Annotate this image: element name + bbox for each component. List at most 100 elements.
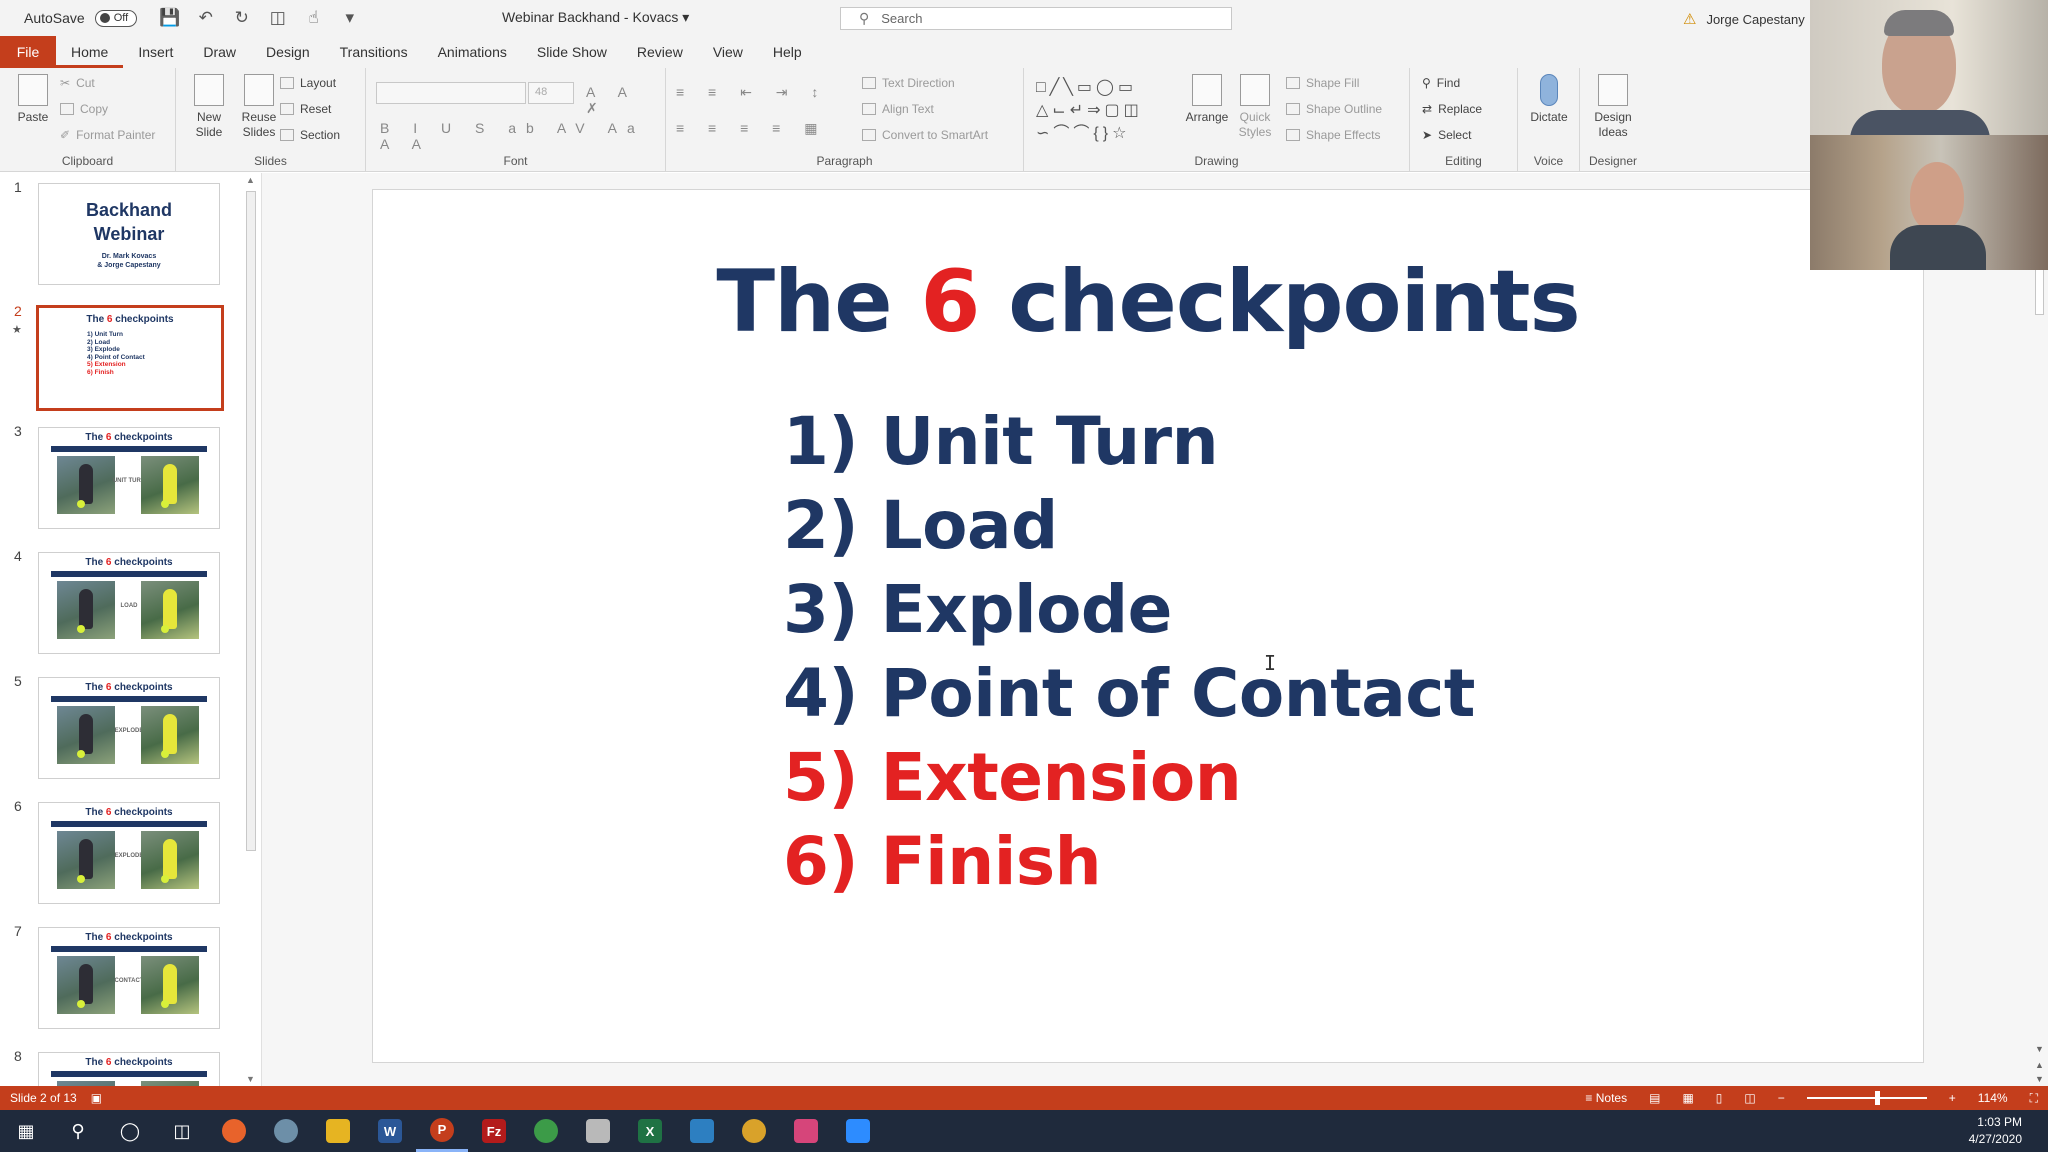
canvas-scrollbar[interactable]: ▼ ▲ ▼: [2032, 173, 2048, 1086]
font-style-icons[interactable]: B I U S ab AV Aa A A: [380, 120, 665, 152]
file-explorer-icon[interactable]: [312, 1110, 364, 1152]
shape-outline-button[interactable]: Shape Outline: [1286, 102, 1382, 116]
user-account[interactable]: ⚠ Jorge Capestany: [1683, 10, 1805, 28]
font-name-box[interactable]: [376, 82, 526, 104]
previous-slide-icon[interactable]: ▲: [2035, 1060, 2044, 1070]
replace-button[interactable]: ⇄ Replace: [1422, 102, 1482, 116]
chrome-icon[interactable]: [520, 1110, 572, 1152]
shape-fill-button[interactable]: Shape Fill: [1286, 76, 1359, 90]
tab-animations[interactable]: Animations: [423, 36, 522, 68]
search-icon[interactable]: ⚲: [52, 1110, 104, 1152]
customize-qat-icon[interactable]: ▾: [339, 8, 361, 28]
save-icon[interactable]: 💾: [159, 8, 181, 28]
document-title[interactable]: Webinar Backhand - Kovacs ▾: [502, 9, 689, 26]
present-icon[interactable]: ◫: [267, 8, 289, 28]
font-size-box[interactable]: 48: [528, 82, 574, 104]
copy-button[interactable]: Copy: [60, 102, 108, 116]
tab-help[interactable]: Help: [758, 36, 817, 68]
find-button[interactable]: ⚲ Find: [1422, 76, 1460, 90]
slide-thumbnail-8[interactable]: The 6 checkpoints: [38, 1052, 220, 1086]
fit-slide-icon[interactable]: ⛶: [2030, 1091, 2038, 1106]
checkpoint-list[interactable]: 1) Unit Turn 2) Load 3) Explode 4) Point of…: [783, 400, 1475, 904]
zoom-out-icon[interactable]: −: [1778, 1091, 1785, 1105]
convert-smartart-button[interactable]: Convert to SmartArt: [862, 128, 988, 142]
zoom-in-icon[interactable]: +: [1949, 1091, 1956, 1105]
alignment-icons[interactable]: ≡ ≡ ≡ ≡ ▦: [676, 120, 827, 137]
slide-title[interactable]: The 6 checkpoints: [373, 252, 1923, 352]
slide-thumbnail-7[interactable]: The 6 checkpoints CONTACT: [38, 927, 220, 1029]
arrange-button[interactable]: Arrange: [1182, 74, 1232, 125]
tab-transitions[interactable]: Transitions: [325, 36, 423, 68]
chrome-icon[interactable]: [728, 1110, 780, 1152]
tab-draw[interactable]: Draw: [188, 36, 251, 68]
redo-icon[interactable]: ↻: [231, 8, 253, 28]
layout-button[interactable]: Layout: [280, 76, 336, 90]
search-box[interactable]: ⚲ Search: [840, 7, 1232, 30]
powerpoint-icon[interactable]: P: [416, 1110, 468, 1152]
cut-button[interactable]: ✂ Cut: [60, 76, 95, 90]
zoom-slider[interactable]: [1806, 1091, 1927, 1105]
format-painter-button[interactable]: ✐ Format Painter: [60, 128, 155, 142]
tab-home[interactable]: Home: [56, 38, 124, 68]
scroll-up-icon[interactable]: ▲: [246, 175, 255, 185]
paste-button[interactable]: Paste: [8, 74, 58, 125]
tab-insert[interactable]: Insert: [123, 36, 188, 68]
notes-button[interactable]: ≡ Notes: [1585, 1091, 1627, 1105]
reset-button[interactable]: Reset: [280, 102, 331, 116]
scroll-down-icon[interactable]: ▼: [2035, 1044, 2044, 1054]
browser-icon[interactable]: [260, 1110, 312, 1152]
system-clock[interactable]: 1:03 PM 4/27/2020: [1969, 1114, 2022, 1148]
next-slide-icon[interactable]: ▼: [2035, 1074, 2044, 1084]
tab-file[interactable]: File: [0, 36, 56, 68]
slide-thumbnail-1[interactable]: Backhand Webinar Dr. Mark Kovacs & Jorge C…: [38, 183, 220, 285]
tab-review[interactable]: Review: [622, 36, 698, 68]
section-button[interactable]: Section: [280, 128, 340, 142]
cortana-icon[interactable]: ◯: [104, 1110, 156, 1152]
remote-desktop-icon[interactable]: [676, 1110, 728, 1152]
excel-icon[interactable]: X: [624, 1110, 676, 1152]
slideshow-view-icon[interactable]: ◫: [1744, 1091, 1755, 1105]
zoom-icon[interactable]: [832, 1110, 884, 1152]
tab-slide-show[interactable]: Slide Show: [522, 36, 622, 68]
checkpoint-item[interactable]: 4) Point of Contact: [783, 652, 1475, 736]
shape-effects-button[interactable]: Shape Effects: [1286, 128, 1381, 142]
checkpoint-item[interactable]: 1) Unit Turn: [783, 400, 1475, 484]
checkpoint-item[interactable]: 3) Explode: [783, 568, 1475, 652]
filezilla-icon[interactable]: Fz: [468, 1110, 520, 1152]
firefox-icon[interactable]: [208, 1110, 260, 1152]
slide-thumbnail-4[interactable]: The 6 checkpoints LOAD: [38, 552, 220, 654]
accessibility-icon[interactable]: ▣: [91, 1091, 102, 1105]
slide-sorter-icon[interactable]: ▦: [1682, 1091, 1693, 1105]
dictate-button[interactable]: Dictate: [1524, 74, 1574, 125]
slide-thumbnail-3[interactable]: The 6 checkpoints UNIT TURN: [38, 427, 220, 529]
tab-design[interactable]: Design: [251, 36, 325, 68]
slide-thumbnails-pane[interactable]: 1 Backhand Webinar Dr. Mark Kovacs & Jorge…: [0, 173, 262, 1086]
slide-thumbnail-5[interactable]: The 6 checkpoints EXPLODE: [38, 677, 220, 779]
text-direction-button[interactable]: Text Direction: [862, 76, 955, 90]
undo-icon[interactable]: ↶: [195, 8, 217, 28]
align-text-button[interactable]: Align Text: [862, 102, 934, 116]
shapes-gallery[interactable]: □╱╲▭◯▭ △⌙↵⇒▢◫ ∽⌒⌒{}☆: [1036, 76, 1176, 146]
thumbnails-scrollbar[interactable]: ▲ ▼: [243, 173, 259, 1086]
slide-thumbnail-6[interactable]: The 6 checkpoints EXPLODE: [38, 802, 220, 904]
task-view-icon[interactable]: ◫: [156, 1110, 208, 1152]
checkpoint-item[interactable]: 2) Load: [783, 484, 1475, 568]
touch-mode-icon[interactable]: ☝: [303, 8, 325, 28]
reuse-slides-button[interactable]: Reuse Slides: [234, 74, 284, 140]
windows-start-icon[interactable]: ▦: [0, 1110, 52, 1152]
quick-styles-button[interactable]: Quick Styles: [1230, 74, 1280, 140]
normal-view-icon[interactable]: ▤: [1649, 1091, 1660, 1105]
scrollbar-thumb[interactable]: [246, 191, 256, 851]
slide-thumbnail-2[interactable]: The 6 checkpoints 1) Unit Turn 2) Load 3) …: [36, 305, 224, 411]
reading-view-icon[interactable]: ▯: [1716, 1091, 1723, 1105]
new-slide-button[interactable]: New Slide: [184, 74, 234, 140]
design-ideas-button[interactable]: Design Ideas: [1588, 74, 1638, 140]
list-icons[interactable]: ≡ ≡ ⇤ ⇥ ↕: [676, 84, 828, 101]
select-button[interactable]: ➤ Select: [1422, 128, 1471, 142]
autosave-toggle[interactable]: Off: [94, 9, 137, 27]
scroll-down-icon[interactable]: ▼: [246, 1074, 255, 1084]
current-slide[interactable]: The 6 checkpoints 1) Unit Turn 2) Load 3) …: [372, 189, 1924, 1063]
font-size-adjust-icons[interactable]: A A ✗: [586, 84, 665, 117]
zoom-level[interactable]: 114%: [1978, 1091, 2008, 1105]
zoom-slider-knob[interactable]: [1874, 1091, 1880, 1105]
